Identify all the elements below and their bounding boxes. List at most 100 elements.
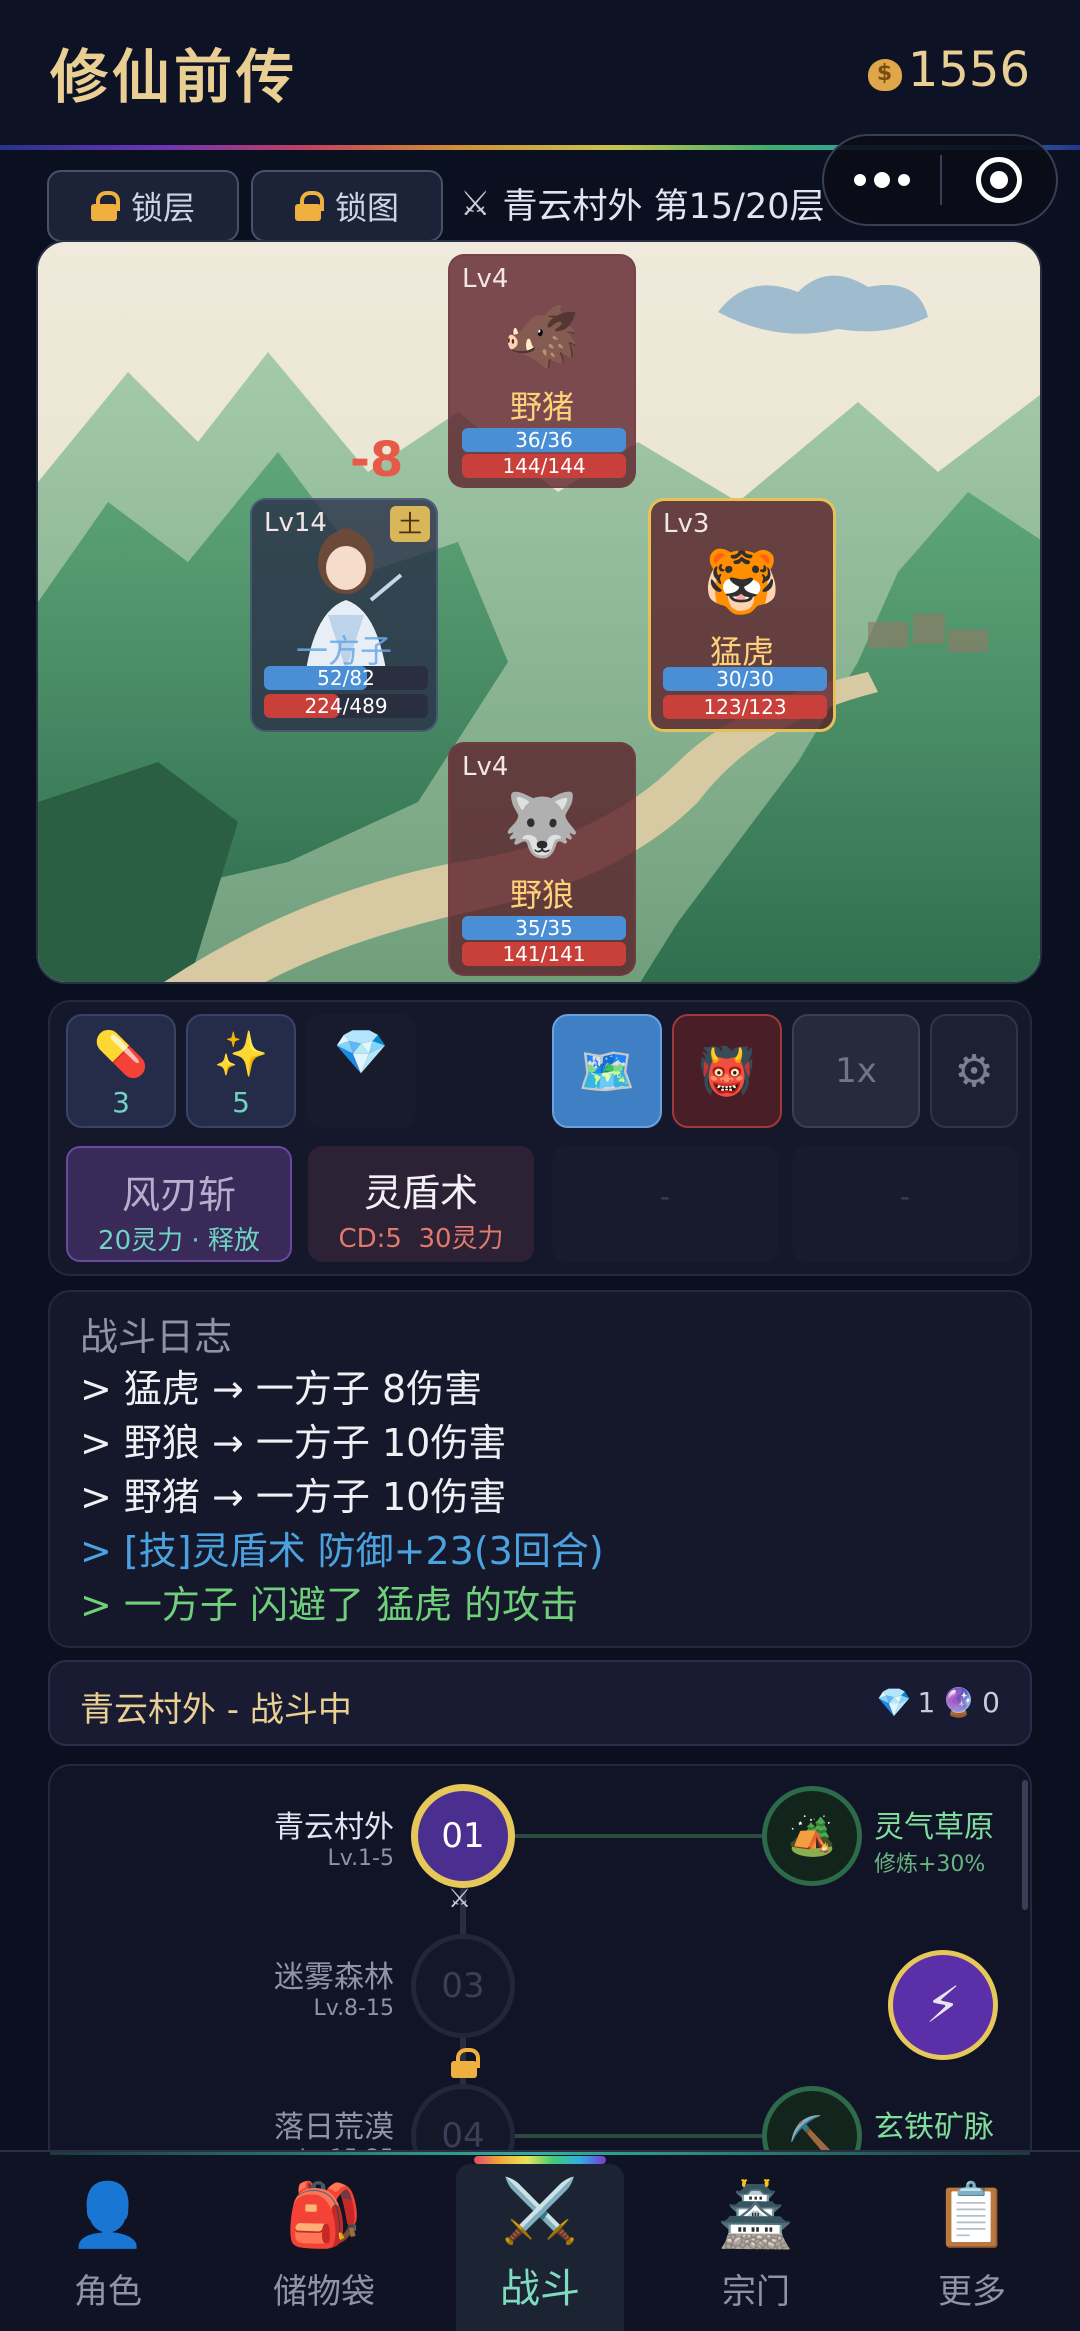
- mini-program-capsule: [822, 134, 1058, 226]
- nav-label: 更多: [938, 2272, 1006, 2312]
- nav-inventory[interactable]: 🎒 储物袋: [216, 2152, 432, 2331]
- close-miniprogram-button[interactable]: [942, 136, 1056, 224]
- skill-slot-empty[interactable]: -: [552, 1146, 778, 1262]
- battle-status-bar: 青云村外 - 战斗中 💎 1 🔮 0: [48, 1660, 1032, 1746]
- side-spot-bonus: 修炼+30%: [874, 1852, 986, 1877]
- player-hp-bar: 224/489: [264, 694, 428, 718]
- log-line: > 野猪 → 一方子 10伤害: [80, 1475, 507, 1519]
- skill-cd: CD:5: [338, 1224, 402, 1254]
- zone-entry-1: 青云村外 Lv.1-5: [110, 1802, 394, 1871]
- speed-toggle-button[interactable]: 1x: [792, 1014, 920, 1128]
- camp-icon: 🏕️: [788, 1813, 836, 1858]
- enemy-level: Lv4: [462, 264, 509, 294]
- bottom-navigation: 👤 角色 🎒 储物袋 ⚔️ 战斗 🏯 宗门 📋 更多: [0, 2150, 1080, 2331]
- enemy-mp-bar: 35/35: [462, 916, 626, 940]
- nav-character[interactable]: 👤 角色: [0, 2152, 216, 2331]
- action-panel: 💊 3 ✨ 5 💎 🗺️ 👹 1x ⚙ 风刃斩 20灵力 · 释放 灵盾术 CD…: [48, 1000, 1032, 1276]
- active-tab-indicator: [474, 2156, 606, 2164]
- tiger-icon: 🐯: [703, 545, 781, 618]
- skill-cost: 20灵力 · 释放: [98, 1226, 260, 1256]
- boss-button[interactable]: 👹: [672, 1014, 782, 1128]
- zone-node-03[interactable]: 03: [411, 1934, 515, 2038]
- crystal-ball-icon: 🔮: [941, 1686, 977, 1719]
- zone-node-01[interactable]: 01: [411, 1784, 515, 1888]
- enemy-hp-bar: 144/144: [462, 454, 626, 478]
- player-mp-text: 52/82: [317, 666, 375, 690]
- skill-cooldown: CD:5 30灵力: [308, 1218, 534, 1255]
- map-button[interactable]: 🗺️: [552, 1014, 662, 1128]
- speed-label: 1x: [835, 1051, 877, 1091]
- crossed-swords-icon: ⚔️: [501, 2174, 579, 2247]
- boost-button[interactable]: ⚡: [888, 1950, 998, 2060]
- log-line: > 野狼 → 一方子 10伤害: [80, 1421, 507, 1465]
- orb-count: 0: [982, 1686, 1000, 1719]
- battle-scene: -8 Lv14 土 一方子 52/82 224/489 Lv4 🐗 野猪 36/…: [36, 240, 1042, 984]
- lock-floor-label: 锁层: [130, 189, 195, 227]
- skill-name: 风刃斩: [121, 1173, 236, 1217]
- app-title: 修仙前传: [50, 43, 299, 111]
- zone-number: 01: [441, 1816, 485, 1856]
- enemy-name: 野狼: [509, 876, 574, 914]
- enemy-card-boar[interactable]: Lv4 🐗 野猪 36/36 144/144: [448, 254, 636, 488]
- enemy-level: Lv3: [663, 509, 710, 539]
- wolf-icon: 🐺: [503, 788, 581, 861]
- skill-name: 灵盾术: [363, 1171, 478, 1215]
- gem-icon: 💎: [876, 1686, 912, 1719]
- enemy-card-wolf[interactable]: Lv4 🐺 野狼 35/35 141/141: [448, 742, 636, 976]
- skill-cost: 30灵力: [418, 1224, 504, 1254]
- empty-slot-label: -: [899, 1180, 911, 1213]
- oni-mask-icon: 👹: [698, 1043, 756, 1098]
- lock-map-label: 锁图: [334, 189, 399, 227]
- enemy-mp-bar: 36/36: [462, 428, 626, 452]
- zone-entry-3: 迷雾森林 Lv.8-15: [110, 1952, 394, 2021]
- person-icon: 👤: [69, 2178, 147, 2251]
- side-spot-name: 灵气草原: [874, 1810, 994, 1845]
- nav-more[interactable]: 📋 更多: [864, 2152, 1080, 2331]
- zone-map: 青云村外 Lv.1-5 01 ⚔ 迷雾森林 Lv.8-15 03 落日荒漠 Lv…: [48, 1764, 1032, 2164]
- skill-spirit-shield-button[interactable]: 灵盾术 CD:5 30灵力: [308, 1146, 534, 1262]
- boar-icon: 🐗: [503, 300, 581, 373]
- more-options-button[interactable]: [824, 136, 940, 224]
- lock-icon: [294, 191, 324, 221]
- coin-counter: 1556: [864, 42, 1030, 98]
- player-hp-text: 224/489: [304, 694, 388, 718]
- item-count: 3: [112, 1086, 130, 1119]
- nav-battle[interactable]: ⚔️ 战斗: [456, 2164, 624, 2331]
- crossed-swords-icon: ⚔: [460, 183, 491, 224]
- nav-label: 储物袋: [273, 2272, 375, 2312]
- skill-slot-empty[interactable]: -: [792, 1146, 1018, 1262]
- log-line-dodge: > 一方子 闪避了 猛虎 的攻击: [80, 1583, 579, 1627]
- damage-popup: -8: [350, 432, 404, 488]
- resource-counter: 💎 1 🔮 0: [877, 1686, 1000, 1719]
- log-line: > 猛虎 → 一方子 8伤害: [80, 1367, 483, 1411]
- sparkle-item-button[interactable]: ✨ 5: [186, 1014, 296, 1128]
- floor-indicator: ⚔ 青云村外 第15/20层: [460, 178, 824, 229]
- enemy-card-tiger[interactable]: Lv3 🐯 猛虎 30/30 123/123: [648, 498, 836, 732]
- nav-sect[interactable]: 🏯 宗门: [648, 2152, 864, 2331]
- skill-wind-blade-button[interactable]: 风刃斩 20灵力 · 释放: [66, 1146, 292, 1262]
- gem-item-button[interactable]: 💎: [306, 1014, 416, 1128]
- floor-info-text: 青云村外 第15/20层: [502, 187, 825, 227]
- side-spot-name: 玄铁矿脉: [874, 2110, 994, 2145]
- zone-name: 落日荒漠: [274, 2110, 394, 2145]
- lock-map-button[interactable]: 锁图: [251, 170, 443, 242]
- clipboard-icon: 📋: [933, 2178, 1011, 2251]
- player-card[interactable]: Lv14 土 一方子 52/82 224/489: [250, 498, 438, 732]
- side-spot-grassland[interactable]: 🏕️: [762, 1786, 862, 1886]
- map-scrollbar[interactable]: [1022, 1780, 1028, 1910]
- log-line-skill: > [技]灵盾术 防御+23(3回合): [80, 1529, 604, 1573]
- pill-icon: 💊: [93, 1029, 149, 1080]
- pill-item-button[interactable]: 💊 3: [66, 1014, 176, 1128]
- log-title: 战斗日志: [80, 1315, 233, 1359]
- zone-name: 迷雾森林: [274, 1960, 394, 1995]
- zone-level: Lv.8-15: [313, 1996, 395, 2021]
- lock-floor-button[interactable]: 锁层: [47, 170, 239, 242]
- castle-icon: 🏯: [717, 2178, 795, 2251]
- zone-number: 03: [441, 1966, 485, 2006]
- settings-button[interactable]: ⚙: [930, 1014, 1018, 1128]
- enemy-hp-bar: 141/141: [462, 942, 626, 966]
- enemy-level: Lv4: [462, 752, 509, 782]
- crossed-swords-icon: ⚔: [448, 1884, 472, 1914]
- nav-label: 战斗: [500, 2266, 580, 2312]
- lock-icon: [90, 191, 120, 221]
